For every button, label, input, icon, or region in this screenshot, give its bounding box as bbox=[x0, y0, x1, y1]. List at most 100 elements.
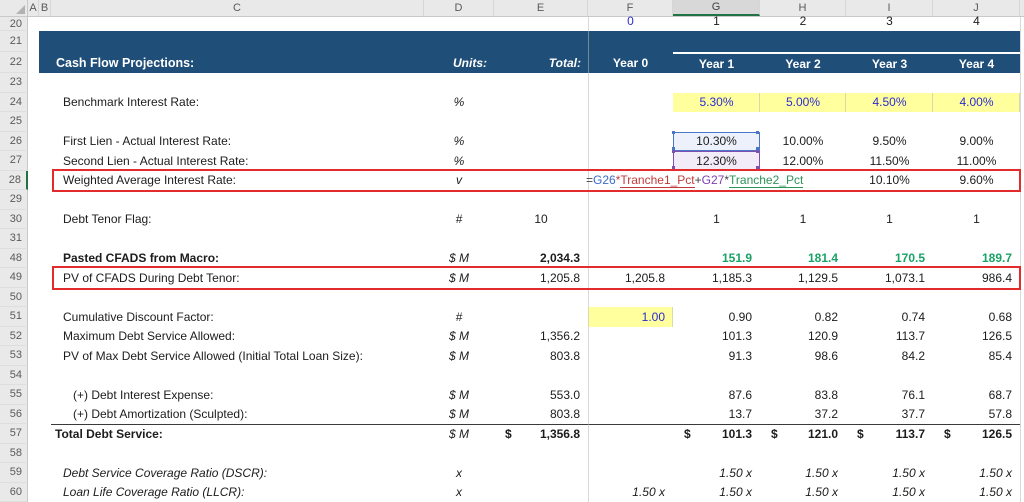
cell-I55[interactable]: 76.1 bbox=[846, 385, 933, 405]
cell-I20[interactable]: 3 bbox=[846, 17, 933, 31]
cell-H29[interactable] bbox=[760, 190, 846, 210]
cell-E30[interactable]: 10 bbox=[494, 210, 588, 230]
cell-J50[interactable] bbox=[933, 288, 1020, 308]
cell-D28[interactable]: v bbox=[424, 171, 494, 191]
cell-D55[interactable]: $ M bbox=[424, 385, 494, 405]
cell-I23[interactable] bbox=[846, 73, 933, 93]
row-header-20[interactable]: 20 bbox=[0, 17, 28, 31]
cell-I54[interactable] bbox=[846, 366, 933, 386]
cell-F60[interactable]: 1.50 x bbox=[588, 483, 673, 502]
cell-A27[interactable] bbox=[28, 151, 39, 171]
cell-G31[interactable] bbox=[673, 229, 760, 249]
cell-E20[interactable] bbox=[494, 17, 588, 31]
cell-C23[interactable] bbox=[51, 73, 424, 93]
cell-J60[interactable]: 1.50 x bbox=[933, 483, 1020, 502]
cell-G23[interactable] bbox=[673, 73, 760, 93]
cell-A20[interactable] bbox=[28, 17, 39, 31]
cell-D30[interactable]: # bbox=[424, 210, 494, 230]
cell-J59[interactable]: 1.50 x bbox=[933, 463, 1020, 483]
cell-C54[interactable] bbox=[51, 366, 424, 386]
cell-F59[interactable] bbox=[588, 463, 673, 483]
cell-D48[interactable]: $ M bbox=[424, 249, 494, 269]
cell-D27[interactable]: % bbox=[424, 151, 494, 171]
cell-H57[interactable]: $121.0 bbox=[760, 424, 846, 444]
cell-A29[interactable] bbox=[28, 190, 39, 210]
cell-I51[interactable]: 0.74 bbox=[846, 307, 933, 327]
cell-F22[interactable]: Year 0 bbox=[588, 52, 673, 73]
cell-G29[interactable] bbox=[673, 190, 760, 210]
cell-G60[interactable]: 1.50 x bbox=[673, 483, 760, 502]
cell-F26[interactable] bbox=[588, 132, 673, 152]
cell-I58[interactable] bbox=[846, 444, 933, 464]
cell-B21[interactable] bbox=[39, 31, 51, 52]
cell-D29[interactable] bbox=[424, 190, 494, 210]
cell-I29[interactable] bbox=[846, 190, 933, 210]
cell-B56[interactable] bbox=[39, 405, 51, 425]
cell-F50[interactable] bbox=[588, 288, 673, 308]
cell-A25[interactable] bbox=[28, 112, 39, 132]
cell-J20[interactable]: 4 bbox=[933, 17, 1020, 31]
cell-J31[interactable] bbox=[933, 229, 1020, 249]
cell-I30[interactable]: 1 bbox=[846, 210, 933, 230]
cell-J30[interactable]: 1 bbox=[933, 210, 1020, 230]
cell-D50[interactable] bbox=[424, 288, 494, 308]
cell-E56[interactable]: 803.8 bbox=[494, 405, 588, 425]
cell-E58[interactable] bbox=[494, 444, 588, 464]
cell-H55[interactable]: 83.8 bbox=[760, 385, 846, 405]
cell-F25[interactable] bbox=[588, 112, 673, 132]
cell-E54[interactable] bbox=[494, 366, 588, 386]
cell-C48[interactable]: Pasted CFADS from Macro: bbox=[51, 249, 424, 269]
row-header-30[interactable]: 30 bbox=[0, 210, 28, 230]
cell-J28[interactable]: 9.60% bbox=[933, 171, 1020, 191]
cell-A49[interactable] bbox=[28, 268, 39, 288]
cell-G51[interactable]: 0.90 bbox=[673, 307, 760, 327]
cell-B54[interactable] bbox=[39, 366, 51, 386]
cell-D57[interactable]: $ M bbox=[424, 424, 494, 444]
cell-I59[interactable]: 1.50 x bbox=[846, 463, 933, 483]
cell-E25[interactable] bbox=[494, 112, 588, 132]
cell-G48[interactable]: 151.9 bbox=[673, 249, 760, 269]
cell-C52[interactable]: Maximum Debt Service Allowed: bbox=[51, 327, 424, 347]
cell-G58[interactable] bbox=[673, 444, 760, 464]
cell-C27[interactable]: Second Lien - Actual Interest Rate: bbox=[51, 151, 424, 171]
row-header-48[interactable]: 48 bbox=[0, 249, 28, 269]
row-header-59[interactable]: 59 bbox=[0, 463, 28, 483]
cell-C60[interactable]: Loan Life Coverage Ratio (LLCR): bbox=[51, 483, 424, 502]
cell-F31[interactable] bbox=[588, 229, 673, 249]
cell-C49[interactable]: PV of CFADS During Debt Tenor: bbox=[51, 268, 424, 288]
cell-B59[interactable] bbox=[39, 463, 51, 483]
cell-H25[interactable] bbox=[760, 112, 846, 132]
cell-D49[interactable]: $ M bbox=[424, 268, 494, 288]
cell-E60[interactable] bbox=[494, 483, 588, 502]
cell-J26[interactable]: 9.00% bbox=[933, 132, 1020, 152]
cell-D24[interactable]: % bbox=[424, 93, 494, 113]
cell-H22[interactable]: Year 2 bbox=[760, 52, 846, 73]
row-header-28[interactable]: 28 bbox=[0, 171, 28, 191]
cell-A23[interactable] bbox=[28, 73, 39, 93]
cell-J55[interactable]: 68.7 bbox=[933, 385, 1020, 405]
row-header-56[interactable]: 56 bbox=[0, 405, 28, 425]
cell-E53[interactable]: 803.8 bbox=[494, 346, 588, 366]
cell-B50[interactable] bbox=[39, 288, 51, 308]
column-header-C[interactable]: C bbox=[51, 0, 424, 16]
cell-J27[interactable]: 11.00% bbox=[933, 151, 1020, 171]
cell-H50[interactable] bbox=[760, 288, 846, 308]
cell-I28[interactable]: 10.10% bbox=[846, 171, 933, 191]
cell-I48[interactable]: 170.5 bbox=[846, 249, 933, 269]
cell-B24[interactable] bbox=[39, 93, 51, 113]
cell-C58[interactable] bbox=[51, 444, 424, 464]
cell-C56[interactable]: (+) Debt Amortization (Sculpted): bbox=[51, 405, 424, 425]
cell-A30[interactable] bbox=[28, 210, 39, 230]
cell-J24[interactable]: 4.00% bbox=[933, 93, 1020, 113]
row-header-55[interactable]: 55 bbox=[0, 385, 28, 405]
row-header-58[interactable]: 58 bbox=[0, 444, 28, 464]
cell-H20[interactable]: 2 bbox=[760, 17, 846, 31]
cell-I21[interactable] bbox=[846, 31, 933, 52]
cell-B26[interactable] bbox=[39, 132, 51, 152]
select-all-corner[interactable] bbox=[0, 0, 28, 16]
cell-G49[interactable]: 1,185.3 bbox=[673, 268, 760, 288]
cell-E59[interactable] bbox=[494, 463, 588, 483]
cell-D59[interactable]: x bbox=[424, 463, 494, 483]
cell-F23[interactable] bbox=[588, 73, 673, 93]
cell-A24[interactable] bbox=[28, 93, 39, 113]
